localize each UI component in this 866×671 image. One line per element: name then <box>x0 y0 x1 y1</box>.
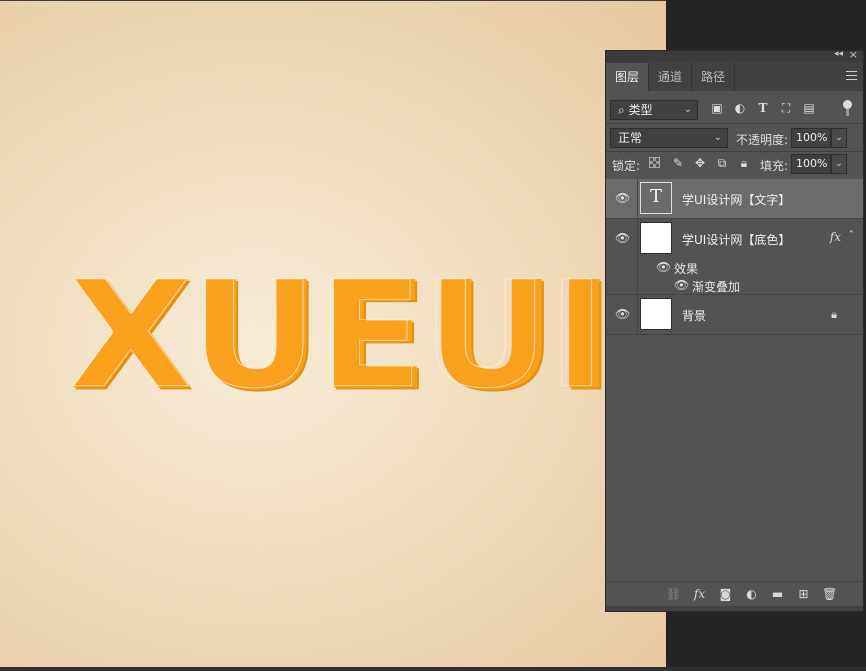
status-strip <box>0 667 866 671</box>
eye-icon[interactable]: 👁︎ <box>615 192 630 205</box>
folder-icon[interactable]: ▬ <box>770 587 785 601</box>
layer-thumbnail <box>640 222 672 254</box>
trash-icon[interactable]: 🗑︎ <box>822 587 837 601</box>
lock-label: 锁定: <box>612 159 641 173</box>
opacity-field[interactable]: 100% <box>791 128 831 148</box>
fill-field[interactable]: 100% <box>791 154 831 174</box>
panel-resize-strip[interactable] <box>606 606 863 611</box>
layer-name[interactable]: 学UI设计网【文字】 <box>682 191 790 208</box>
filter-toggle[interactable] <box>843 100 853 116</box>
lock-paint-icon[interactable]: ✎ <box>671 156 685 170</box>
panel-bottom-bar: ⛓ fx ◙ ◐ ▬ ⊞ 🗑︎ <box>606 581 863 605</box>
fx-icon[interactable]: fx <box>692 587 707 601</box>
layers-list: 👁︎ T 学UI设计网【文字】 👁︎ 学UI设计网【底色】 fx ⌃ 👁︎ 效果… <box>606 179 863 584</box>
lock-icons: ✎ ✥ ⧉ 🔒︎ <box>649 156 751 170</box>
opacity-slider-button[interactable]: ⌄ <box>831 128 847 148</box>
layers-panel: ◂◂ × 图层 通道 路径 ⌕ 类型 ⌄ ▣ ◐ T ⛶ ▤ 正常 ⌄ 不透明度… <box>605 48 864 612</box>
tab-paths[interactable]: 路径 <box>692 63 736 91</box>
lock-position-icon[interactable]: ✥ <box>693 156 707 170</box>
layer-row-background[interactable]: 👁︎ 背景 🔒︎ <box>606 295 863 335</box>
layer-thumbnail <box>640 298 672 330</box>
fill-label: 填充: <box>760 159 789 173</box>
document-canvas[interactable]: XUEUI XUEUI <box>0 0 666 667</box>
canvas-edge <box>0 0 666 1</box>
eye-icon[interactable]: 👁︎ <box>615 232 630 245</box>
search-icon: ⌕ <box>618 103 629 117</box>
effects-row[interactable]: 👁︎ 效果 <box>606 259 863 277</box>
effect-name: 渐变叠加 <box>692 280 741 294</box>
chevron-down-icon: ⌄ <box>683 104 692 115</box>
fx-icon[interactable]: fx <box>830 230 841 244</box>
mask-icon[interactable]: ◙ <box>718 587 733 601</box>
layer-name[interactable]: 背景 <box>682 307 706 324</box>
eye-icon[interactable]: 👁︎ <box>674 279 689 292</box>
lock-transparent-icon[interactable] <box>649 156 663 170</box>
chevron-up-icon[interactable]: ⌃ <box>847 230 855 240</box>
lock-row: 锁定: ✎ ✥ ⧉ 🔒︎ 填充: 100% ⌄ <box>606 153 863 177</box>
text-layer-thumbnail: T <box>640 182 672 214</box>
image-filter-icon[interactable]: ▣ <box>710 101 724 115</box>
blend-mode-dropdown[interactable]: 正常 ⌄ <box>610 128 728 148</box>
filter-icons: ▣ ◐ T ⛶ ▤ <box>710 101 816 115</box>
blend-mode-label: 正常 <box>618 131 643 145</box>
smart-object-filter-icon[interactable]: ▤ <box>802 101 816 115</box>
eye-icon[interactable]: 👁︎ <box>615 308 630 321</box>
canvas-art-text: XUEUI <box>70 248 614 423</box>
collapse-icon[interactable]: ◂◂ <box>834 49 843 59</box>
panel-tabs: 图层 通道 路径 <box>606 63 863 91</box>
divider <box>606 151 863 152</box>
effect-row-gradient-overlay[interactable]: 👁︎ 渐变叠加 <box>606 277 863 295</box>
lock-icon: 🔒︎ <box>831 308 837 321</box>
opacity-label: 不透明度: <box>736 133 789 147</box>
layer-row-fill[interactable]: 👁︎ 学UI设计网【底色】 fx ⌃ 👁︎ 效果 👁︎ 渐变叠加 <box>606 219 863 295</box>
new-layer-icon[interactable]: ⊞ <box>796 587 811 601</box>
lock-all-icon[interactable]: 🔒︎ <box>737 156 751 170</box>
blend-row: 正常 ⌄ 不透明度: 100% ⌄ <box>606 126 863 150</box>
lock-artboard-icon[interactable]: ⧉ <box>715 156 729 170</box>
effects-label: 效果 <box>674 262 699 276</box>
link-icon[interactable]: ⛓ <box>666 587 681 601</box>
divider <box>606 123 863 124</box>
filter-kind-label: 类型 <box>628 103 653 117</box>
panel-title-bar[interactable]: ◂◂ × <box>606 48 863 63</box>
type-filter-icon[interactable]: T <box>756 101 770 115</box>
panel-menu-icon[interactable] <box>846 71 857 80</box>
shape-filter-icon[interactable]: ⛶ <box>779 101 793 115</box>
filter-kind-dropdown[interactable]: ⌕ 类型 ⌄ <box>610 100 698 120</box>
close-icon[interactable]: × <box>849 48 858 61</box>
tab-channels[interactable]: 通道 <box>649 63 693 91</box>
filter-row: ⌕ 类型 ⌄ ▣ ◐ T ⛶ ▤ <box>606 97 863 123</box>
eye-icon[interactable]: 👁︎ <box>656 261 671 274</box>
layer-row-text[interactable]: 👁︎ T 学UI设计网【文字】 <box>606 179 863 219</box>
fill-slider-button[interactable]: ⌄ <box>831 154 847 174</box>
adjustment-filter-icon[interactable]: ◐ <box>733 101 747 115</box>
chevron-down-icon: ⌄ <box>713 132 722 143</box>
new-adjustment-icon[interactable]: ◐ <box>744 587 759 601</box>
layer-name[interactable]: 学UI设计网【底色】 <box>682 231 790 248</box>
tab-layers[interactable]: 图层 <box>606 63 650 91</box>
